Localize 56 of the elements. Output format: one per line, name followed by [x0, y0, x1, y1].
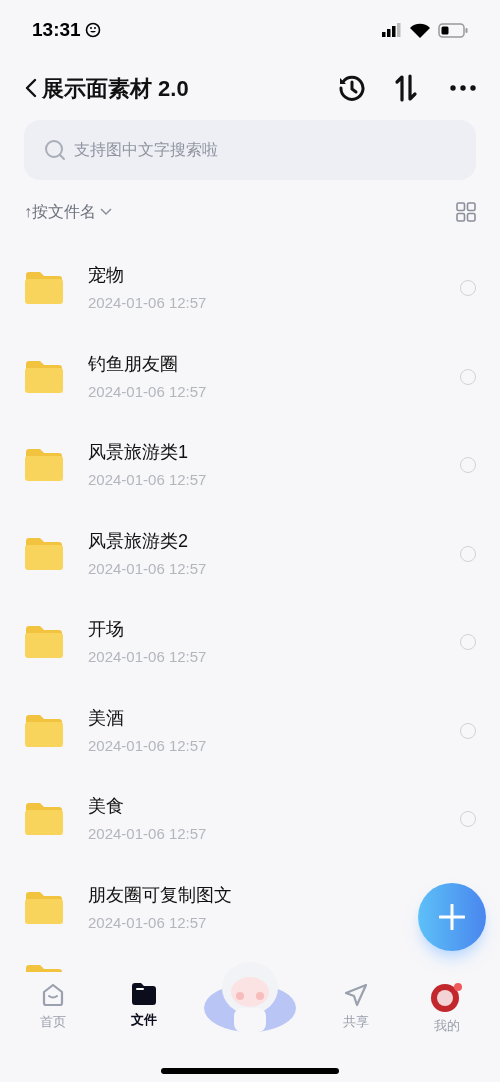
status-time: 13:31 — [32, 17, 81, 42]
folder-row[interactable]: 风景旅游类2 2024-01-06 12:57 — [0, 509, 500, 598]
search-icon — [44, 139, 66, 161]
smiley-icon — [84, 22, 101, 38]
signal-icon — [382, 23, 402, 37]
search-field[interactable]: 支持图中文字搜索啦 — [24, 120, 476, 180]
folder-icon — [24, 271, 64, 306]
folder-name: 开场 — [88, 618, 124, 641]
page-title: 展示面素材 2.0 — [42, 74, 189, 103]
more-icon[interactable] — [450, 85, 476, 91]
add-button[interactable] — [418, 883, 486, 951]
search-input[interactable]: 支持图中文字搜索啦 — [74, 138, 456, 162]
folder-date: 2024-01-06 12:57 — [88, 471, 207, 490]
folder-date: 2024-01-06 12:57 — [88, 382, 207, 401]
folder-icon — [24, 448, 64, 483]
folder-name: 朋友圈可复制图文 — [88, 883, 232, 906]
folder-icon — [24, 625, 64, 660]
folder-name: 美酒 — [88, 706, 124, 729]
folder-row[interactable]: 风景旅游类1 2024-01-06 12:57 — [0, 421, 500, 510]
folder-icon — [24, 964, 64, 972]
folder-date: 2024-01-06 12:57 — [88, 736, 207, 755]
sort-arrow: ↑ — [24, 202, 32, 222]
folder-row[interactable]: 朋友圈可复制图文 2024-01-06 12:57 — [0, 863, 500, 952]
folder-row[interactable]: 宠物 2024-01-06 12:57 — [0, 244, 500, 333]
folder-row[interactable]: 开场 2024-01-06 12:57 — [0, 598, 500, 687]
folder-icon — [24, 802, 64, 837]
sort-icon[interactable] — [394, 74, 418, 102]
grid-view-icon[interactable] — [456, 202, 476, 222]
folder-name: 宠物 — [88, 264, 124, 287]
avatar-icon — [430, 982, 463, 1012]
plus-icon — [439, 904, 465, 930]
folder-date: 2024-01-06 12:57 — [88, 559, 207, 578]
folder-name: 美食 — [88, 795, 124, 818]
back-icon[interactable] — [24, 77, 38, 99]
folder-name: 风景旅游类1 — [88, 441, 188, 464]
folder-date: 2024-01-06 12:57 — [88, 294, 207, 313]
folder-icon — [130, 982, 157, 1006]
folder-date: 2024-01-06 12:57 — [88, 825, 207, 844]
folder-name: 风景旅游类2 — [88, 529, 188, 552]
paper-plane-icon — [343, 982, 370, 1008]
battery-icon — [438, 22, 468, 38]
folder-icon — [24, 536, 64, 571]
tab[interactable]: 文件 — [111, 982, 176, 1030]
sort-dropdown[interactable]: 按文件名 — [32, 200, 112, 224]
folder-date: 2024-01-06 12:57 — [88, 913, 207, 932]
folder-date: 2024-01-06 12:57 — [88, 648, 207, 667]
folder-row[interactable]: 美酒 2024-01-06 12:57 — [0, 686, 500, 775]
history-icon[interactable] — [338, 74, 366, 102]
folder-icon — [24, 890, 64, 925]
folder-row[interactable]: 美食 2024-01-06 12:57 — [0, 775, 500, 864]
chevron-down-icon — [100, 208, 112, 216]
folder-icon — [24, 359, 64, 394]
folder-name: 钓鱼朋友圈 — [88, 352, 178, 375]
wifi-icon — [410, 22, 430, 38]
folder-row[interactable]: 钓鱼朋友圈 2024-01-06 12:57 — [0, 332, 500, 421]
folder-icon — [24, 713, 64, 748]
